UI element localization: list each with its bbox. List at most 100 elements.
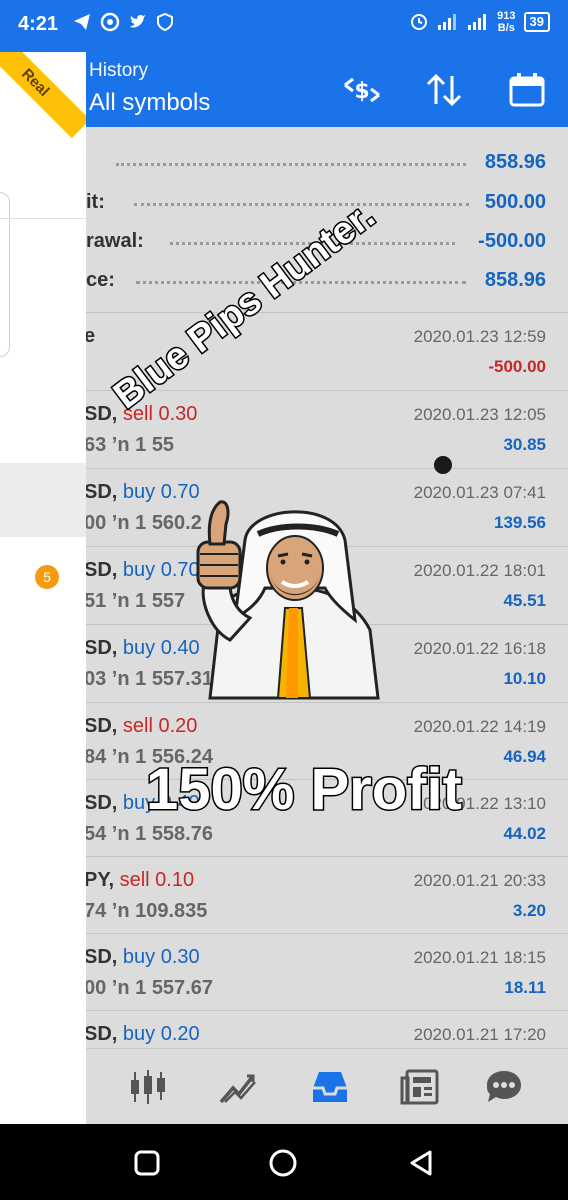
summary-value: -500.00 — [478, 230, 546, 252]
sort-icon[interactable] — [422, 68, 466, 112]
trade-symbol: SD, — [86, 792, 118, 814]
operation-amount: -500.00 — [488, 357, 546, 376]
trade-title: SD, buy 0.40 — [86, 637, 200, 660]
trade-date: 2020.01.22 16:18 — [413, 639, 546, 658]
speed-value: 913 — [497, 10, 516, 22]
trade-title: SD, buy 0.70 — [86, 481, 200, 504]
twitter-icon — [128, 12, 148, 37]
dot-marker — [434, 456, 452, 474]
dot-leader — [134, 203, 469, 206]
home-button[interactable] — [268, 1148, 298, 1178]
recent-apps-button[interactable] — [132, 1148, 162, 1178]
news-icon[interactable] — [398, 1065, 442, 1109]
trade-symbol: PY, — [86, 869, 115, 891]
operation-date: 2020.01.23 12:59 — [413, 327, 546, 346]
trade-lot: 0.30 — [160, 946, 200, 968]
notification-icons — [72, 12, 174, 37]
thumbs-up-sticker — [190, 490, 385, 705]
trade-lot: 0.20 — [160, 1023, 200, 1045]
trade-prices: 00 ’n 1 557.67 — [86, 977, 213, 999]
trade-title: SD, buy 0.20 — [86, 1023, 200, 1046]
trade-lot: 0.30 — [158, 403, 198, 425]
system-navigation-bar — [0, 1124, 568, 1200]
trade-profit: 10.10 — [503, 669, 546, 688]
trade-lot: 0.10 — [155, 869, 195, 891]
chart-icon[interactable] — [216, 1065, 260, 1109]
history-icon[interactable] — [308, 1065, 352, 1109]
account-type-ribbon: Real — [0, 52, 86, 139]
trade-profit: 45.51 — [503, 591, 546, 610]
trade-date: 2020.01.21 20:33 — [413, 871, 546, 890]
swirl-icon — [100, 12, 120, 37]
summary-label: rawal: — [86, 230, 144, 252]
signal-icon — [437, 12, 459, 33]
calendar-icon[interactable] — [505, 68, 549, 112]
back-button[interactable] — [406, 1148, 436, 1178]
trade-date: 2020.01.23 07:41 — [413, 483, 546, 502]
trade-date: 2020.01.23 12:05 — [413, 405, 546, 424]
trade-row[interactable]: SD, buy 0.30 00 ’n 1 557.67 2020.01.21 1… — [86, 933, 568, 1011]
network-speed: 913 B/s — [497, 10, 515, 34]
signal-4g-icon — [467, 12, 489, 33]
trade-profit: 46.94 — [503, 747, 546, 766]
trade-title: SD, buy 0.70 — [86, 559, 200, 582]
profit-caption: 150% Profit — [145, 756, 464, 824]
status-time: 4:21 — [18, 13, 59, 35]
trade-prices: 63 ’n 1 55 — [86, 434, 175, 456]
battery-indicator: 39 — [523, 12, 550, 32]
trade-profit: 44.02 — [503, 824, 546, 843]
app-title[interactable]: All symbols — [89, 89, 210, 117]
trade-profit: 139.56 — [494, 513, 546, 532]
trade-symbol: SD, — [86, 946, 118, 968]
trade-date: 2020.01.22 18:01 — [413, 561, 546, 580]
summary-label: it: — [86, 191, 105, 213]
trade-symbol: SD, — [86, 403, 118, 425]
summary-label: ce: — [86, 269, 115, 291]
currency-exchange-icon[interactable]: $ — [340, 68, 384, 112]
trade-title: SD, buy 0.30 — [86, 946, 200, 969]
trade-row[interactable]: PY, sell 0.10 74 ’n 109.835 2020.01.21 2… — [86, 856, 568, 934]
trade-symbol: SD, — [86, 559, 118, 581]
trade-date: 2020.01.21 18:15 — [413, 948, 546, 967]
dot-leader — [116, 163, 466, 166]
status-bar: 4:21 913 B/s 39 — [0, 0, 568, 52]
app-subtitle: History — [89, 60, 149, 81]
quotes-icon[interactable] — [126, 1065, 170, 1109]
account-card[interactable] — [0, 192, 10, 357]
system-status-icons: 913 B/s 39 — [409, 10, 550, 34]
trade-prices: 51 ’n 1 557 — [86, 590, 186, 612]
shield-icon — [156, 12, 174, 37]
drawer-divider — [0, 218, 86, 219]
trade-symbol: SD, — [86, 481, 118, 503]
trade-lot: 0.20 — [158, 715, 198, 737]
trade-date: 2020.01.22 14:19 — [413, 717, 546, 736]
trade-date: 2020.01.21 17:20 — [413, 1025, 546, 1044]
trade-symbol: SD, — [86, 1023, 118, 1045]
svg-text:$: $ — [354, 79, 369, 104]
trade-prices: 54 ’n 1 558.76 — [86, 823, 213, 845]
drawer-item-selected[interactable] — [0, 463, 86, 537]
trade-profit: 30.85 — [503, 435, 546, 454]
trade-side: sell — [122, 715, 153, 737]
trade-side: buy — [122, 481, 156, 503]
trade-side: buy — [122, 559, 156, 581]
trade-side: buy — [122, 1023, 156, 1045]
trade-side: buy — [122, 946, 156, 968]
trade-title: PY, sell 0.10 — [86, 869, 194, 892]
trade-prices: 74 ’n 109.835 — [86, 900, 208, 922]
telegram-icon — [72, 12, 92, 37]
trade-profit: 3.20 — [512, 901, 546, 920]
trade-symbol: SD, — [86, 715, 118, 737]
notification-badge: 5 — [35, 565, 59, 589]
trade-row[interactable]: SD, sell 0.30 63 ’n 1 55 2020.01.23 12:0… — [86, 390, 568, 468]
navigation-drawer[interactable]: Real 5 — [0, 52, 86, 1124]
chat-icon[interactable] — [482, 1065, 526, 1109]
trade-symbol: SD, — [86, 637, 118, 659]
summary-value: 858.96 — [484, 269, 546, 291]
speed-unit: B/s — [497, 22, 515, 34]
trade-prices: 00 ’n 1 560.2 — [86, 512, 202, 534]
summary-profit-row: 858.96 — [86, 143, 568, 183]
alarm-icon — [409, 11, 429, 34]
trade-side: sell — [119, 869, 150, 891]
trade-title: SD, sell 0.20 — [86, 715, 197, 738]
